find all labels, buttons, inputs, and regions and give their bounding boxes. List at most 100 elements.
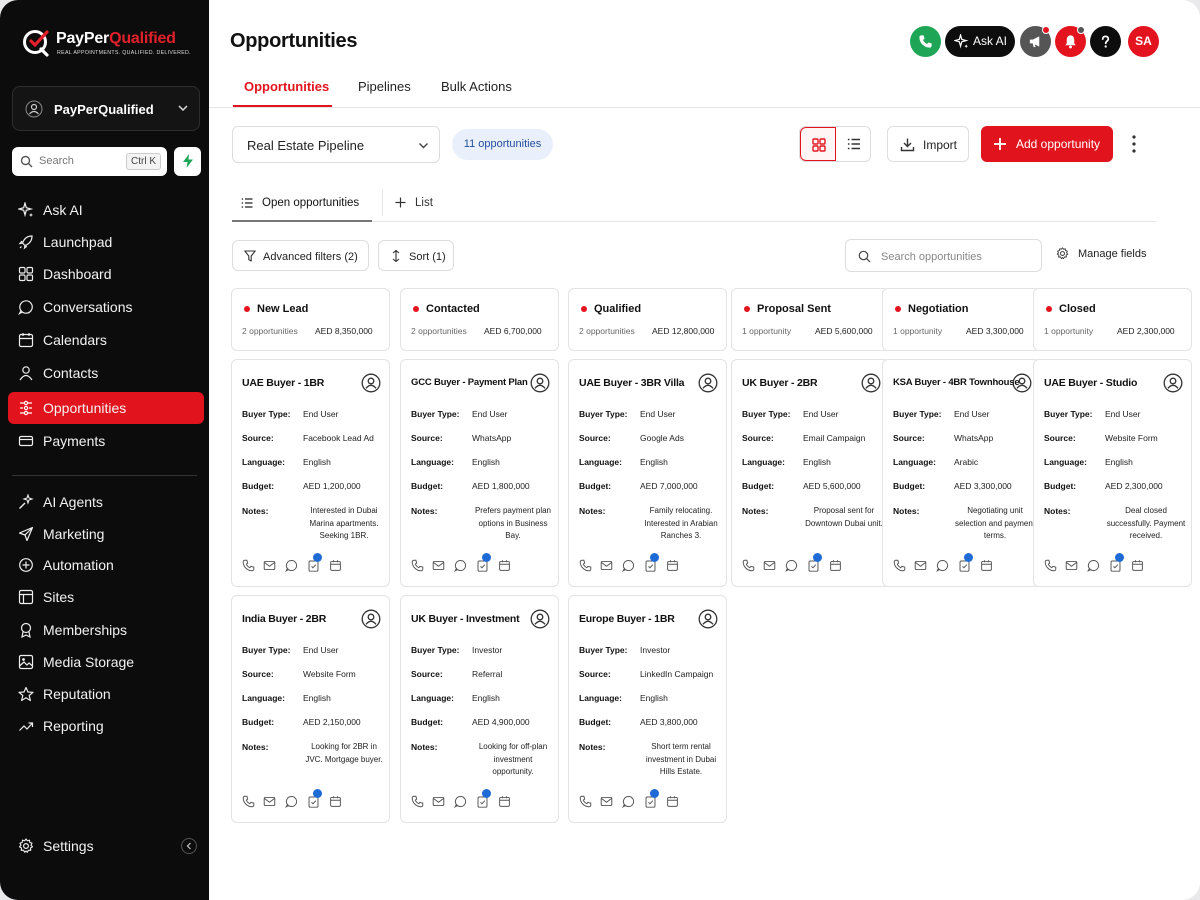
phone-button[interactable]: [910, 26, 941, 57]
task-action[interactable]: [644, 553, 659, 572]
call-action[interactable]: [893, 559, 906, 572]
stage-new-lead[interactable]: New Lead 2 opportunities AED 8,350,000: [231, 288, 390, 351]
sidebar-item-settings[interactable]: Settings: [8, 830, 204, 862]
sidebar-item-reputation[interactable]: Reputation: [8, 678, 204, 710]
sidebar-item-sites[interactable]: Sites: [8, 581, 204, 613]
call-action[interactable]: [579, 559, 592, 572]
collapse-sidebar-button[interactable]: [181, 838, 197, 854]
task-action[interactable]: [1109, 553, 1124, 572]
grid-view-button[interactable]: [800, 127, 836, 161]
email-action[interactable]: [263, 795, 276, 808]
message-action[interactable]: [622, 559, 635, 572]
assign-user-icon[interactable]: [1163, 373, 1183, 393]
message-action[interactable]: [285, 559, 298, 572]
assign-user-icon[interactable]: [698, 373, 718, 393]
sidebar-item-marketing[interactable]: Marketing: [8, 518, 204, 550]
add-opportunity-button[interactable]: Add opportunity: [981, 126, 1113, 162]
opportunity-card[interactable]: KSA Buyer - 4BR Townhouse Buyer Type: En…: [882, 359, 1041, 587]
opportunity-card[interactable]: UAE Buyer - Studio Buyer Type: End User …: [1033, 359, 1192, 587]
opportunity-card[interactable]: Europe Buyer - 1BR Buyer Type: Investor …: [568, 595, 727, 823]
more-options-icon[interactable]: [1127, 133, 1141, 155]
advanced-filters-button[interactable]: Advanced filters (2): [232, 240, 369, 271]
task-action[interactable]: [958, 553, 973, 572]
message-action[interactable]: [785, 559, 798, 572]
sidebar-item-calendars[interactable]: Calendars: [8, 324, 204, 356]
task-action[interactable]: [807, 553, 822, 572]
email-action[interactable]: [600, 795, 613, 808]
brand-logo[interactable]: PayPerQualified REAL APPOINTMENTS. QUALI…: [22, 26, 202, 66]
assign-user-icon[interactable]: [861, 373, 881, 393]
appointment-action[interactable]: [329, 795, 342, 808]
help-button[interactable]: [1090, 26, 1121, 57]
opportunity-card[interactable]: UK Buyer - 2BR Buyer Type: End User Sour…: [731, 359, 890, 587]
sidebar-item-opportunities[interactable]: Opportunities: [8, 392, 204, 424]
call-action[interactable]: [579, 795, 592, 808]
appointment-action[interactable]: [666, 559, 679, 572]
tab-opportunities[interactable]: Opportunities: [244, 79, 329, 94]
appointment-action[interactable]: [498, 559, 511, 572]
message-action[interactable]: [285, 795, 298, 808]
sidebar-item-memberships[interactable]: Memberships: [8, 614, 204, 646]
task-action[interactable]: [307, 789, 322, 808]
appointment-action[interactable]: [666, 795, 679, 808]
assign-user-icon[interactable]: [698, 609, 718, 629]
stage-closed[interactable]: Closed 1 opportunity AED 2,300,000: [1033, 288, 1192, 351]
appointment-action[interactable]: [980, 559, 993, 572]
sidebar-item-conversations[interactable]: Conversations: [8, 291, 204, 323]
stage-proposal-sent[interactable]: Proposal Sent 1 opportunity AED 5,600,00…: [731, 288, 890, 351]
email-action[interactable]: [914, 559, 927, 572]
appointment-action[interactable]: [329, 559, 342, 572]
call-action[interactable]: [742, 559, 755, 572]
sidebar-item-automation[interactable]: Automation: [8, 549, 204, 581]
notifications-button[interactable]: [1055, 26, 1086, 57]
sidebar-item-ai-agents[interactable]: AI Agents: [8, 486, 204, 518]
message-action[interactable]: [622, 795, 635, 808]
call-action[interactable]: [242, 559, 255, 572]
task-action[interactable]: [644, 789, 659, 808]
call-action[interactable]: [1044, 559, 1057, 572]
email-action[interactable]: [432, 795, 445, 808]
email-action[interactable]: [763, 559, 776, 572]
assign-user-icon[interactable]: [530, 609, 550, 629]
email-action[interactable]: [432, 559, 445, 572]
stage-qualified[interactable]: Qualified 2 opportunities AED 12,800,000: [568, 288, 727, 351]
pipeline-select[interactable]: Real Estate Pipeline: [232, 126, 440, 163]
search-opportunities-input[interactable]: Search opportunities: [845, 239, 1042, 272]
sidebar-item-media-storage[interactable]: Media Storage: [8, 646, 204, 678]
opportunity-card[interactable]: GCC Buyer - Payment Plan Buyer Type: End…: [400, 359, 559, 587]
announcements-button[interactable]: [1020, 26, 1051, 57]
sidebar-item-reporting[interactable]: Reporting: [8, 710, 204, 742]
ask-ai-button[interactable]: Ask AI: [945, 26, 1015, 57]
call-action[interactable]: [242, 795, 255, 808]
email-action[interactable]: [600, 559, 613, 572]
call-action[interactable]: [411, 795, 424, 808]
tab-bulk-actions[interactable]: Bulk Actions: [441, 79, 512, 94]
message-action[interactable]: [454, 559, 467, 572]
opportunity-card[interactable]: India Buyer - 2BR Buyer Type: End User S…: [231, 595, 390, 823]
opportunity-card[interactable]: UAE Buyer - 1BR Buyer Type: End User Sou…: [231, 359, 390, 587]
opportunity-card[interactable]: UAE Buyer - 3BR Villa Buyer Type: End Us…: [568, 359, 727, 587]
message-action[interactable]: [454, 795, 467, 808]
import-button[interactable]: Import: [887, 126, 969, 162]
assign-user-icon[interactable]: [1012, 373, 1032, 393]
stage-negotiation[interactable]: Negotiation 1 opportunity AED 3,300,000: [882, 288, 1041, 351]
assign-user-icon[interactable]: [361, 373, 381, 393]
sidebar-item-contacts[interactable]: Contacts: [8, 357, 204, 389]
task-action[interactable]: [307, 553, 322, 572]
email-action[interactable]: [263, 559, 276, 572]
assign-user-icon[interactable]: [530, 373, 550, 393]
appointment-action[interactable]: [829, 559, 842, 572]
user-avatar[interactable]: SA: [1128, 26, 1159, 57]
opportunity-card[interactable]: UK Buyer - Investment Buyer Type: Invest…: [400, 595, 559, 823]
sidebar-item-launchpad[interactable]: Launchpad: [8, 226, 204, 258]
stage-contacted[interactable]: Contacted 2 opportunities AED 6,700,000: [400, 288, 559, 351]
call-action[interactable]: [411, 559, 424, 572]
tab-pipelines[interactable]: Pipelines: [358, 79, 411, 94]
sidebar-item-dashboard[interactable]: Dashboard: [8, 258, 204, 290]
appointment-action[interactable]: [498, 795, 511, 808]
sidebar-item-payments[interactable]: Payments: [8, 425, 204, 457]
sidebar-item-ask-ai[interactable]: Ask AI: [8, 194, 204, 226]
message-action[interactable]: [936, 559, 949, 572]
sidebar-search[interactable]: Search Ctrl K: [12, 147, 167, 176]
quick-actions-button[interactable]: [174, 147, 201, 176]
